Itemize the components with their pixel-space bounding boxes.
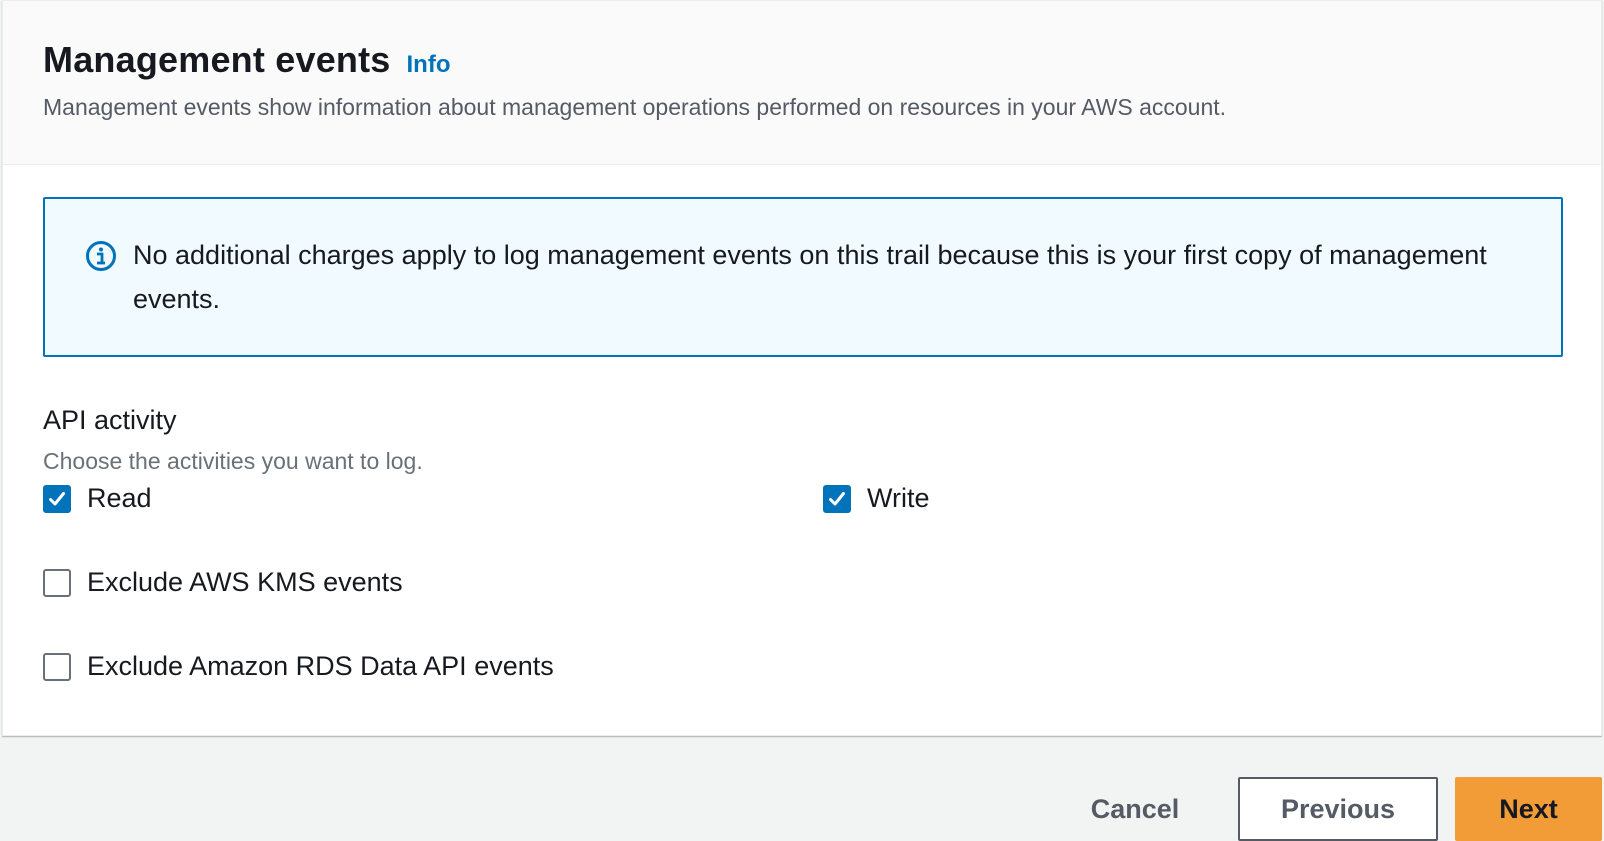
exclude-rds-label: Exclude Amazon RDS Data API events bbox=[87, 651, 554, 681]
api-activity-description: Choose the activities you want to log. bbox=[43, 448, 423, 474]
read-label: Read bbox=[87, 483, 152, 513]
panel-description: Management events show information about… bbox=[43, 94, 1227, 120]
exclude-kms-checkbox[interactable] bbox=[43, 568, 71, 597]
title-row: Management events Info bbox=[43, 39, 451, 81]
exclude-rds-checkbox[interactable] bbox=[43, 652, 71, 681]
write-label: Write bbox=[867, 483, 930, 513]
read-checkbox-row[interactable]: Read bbox=[43, 483, 152, 514]
cancel-button[interactable]: Cancel bbox=[1070, 777, 1200, 841]
info-alert: No additional charges apply to log manag… bbox=[43, 197, 1563, 357]
read-checkbox[interactable] bbox=[43, 484, 71, 513]
exclude-kms-checkbox-row[interactable]: Exclude AWS KMS events bbox=[43, 567, 403, 598]
checkmark-icon bbox=[49, 491, 65, 505]
panel-header: Management events Info Management events… bbox=[3, 1, 1601, 165]
next-button[interactable]: Next bbox=[1455, 777, 1602, 841]
page-title: Management events bbox=[43, 39, 391, 80]
write-checkbox-row[interactable]: Write bbox=[823, 483, 930, 514]
exclude-kms-label: Exclude AWS KMS events bbox=[87, 567, 403, 597]
management-events-panel: Management events Info Management events… bbox=[2, 0, 1602, 736]
api-activity-label: API activity bbox=[43, 405, 177, 435]
checkmark-icon bbox=[829, 491, 845, 505]
info-link[interactable]: Info bbox=[407, 51, 451, 79]
info-circle-icon bbox=[85, 240, 117, 272]
write-checkbox[interactable] bbox=[823, 484, 851, 513]
previous-button[interactable]: Previous bbox=[1238, 777, 1438, 841]
exclude-rds-checkbox-row[interactable]: Exclude Amazon RDS Data API events bbox=[43, 651, 554, 682]
alert-message: No additional charges apply to log manag… bbox=[133, 240, 1487, 314]
